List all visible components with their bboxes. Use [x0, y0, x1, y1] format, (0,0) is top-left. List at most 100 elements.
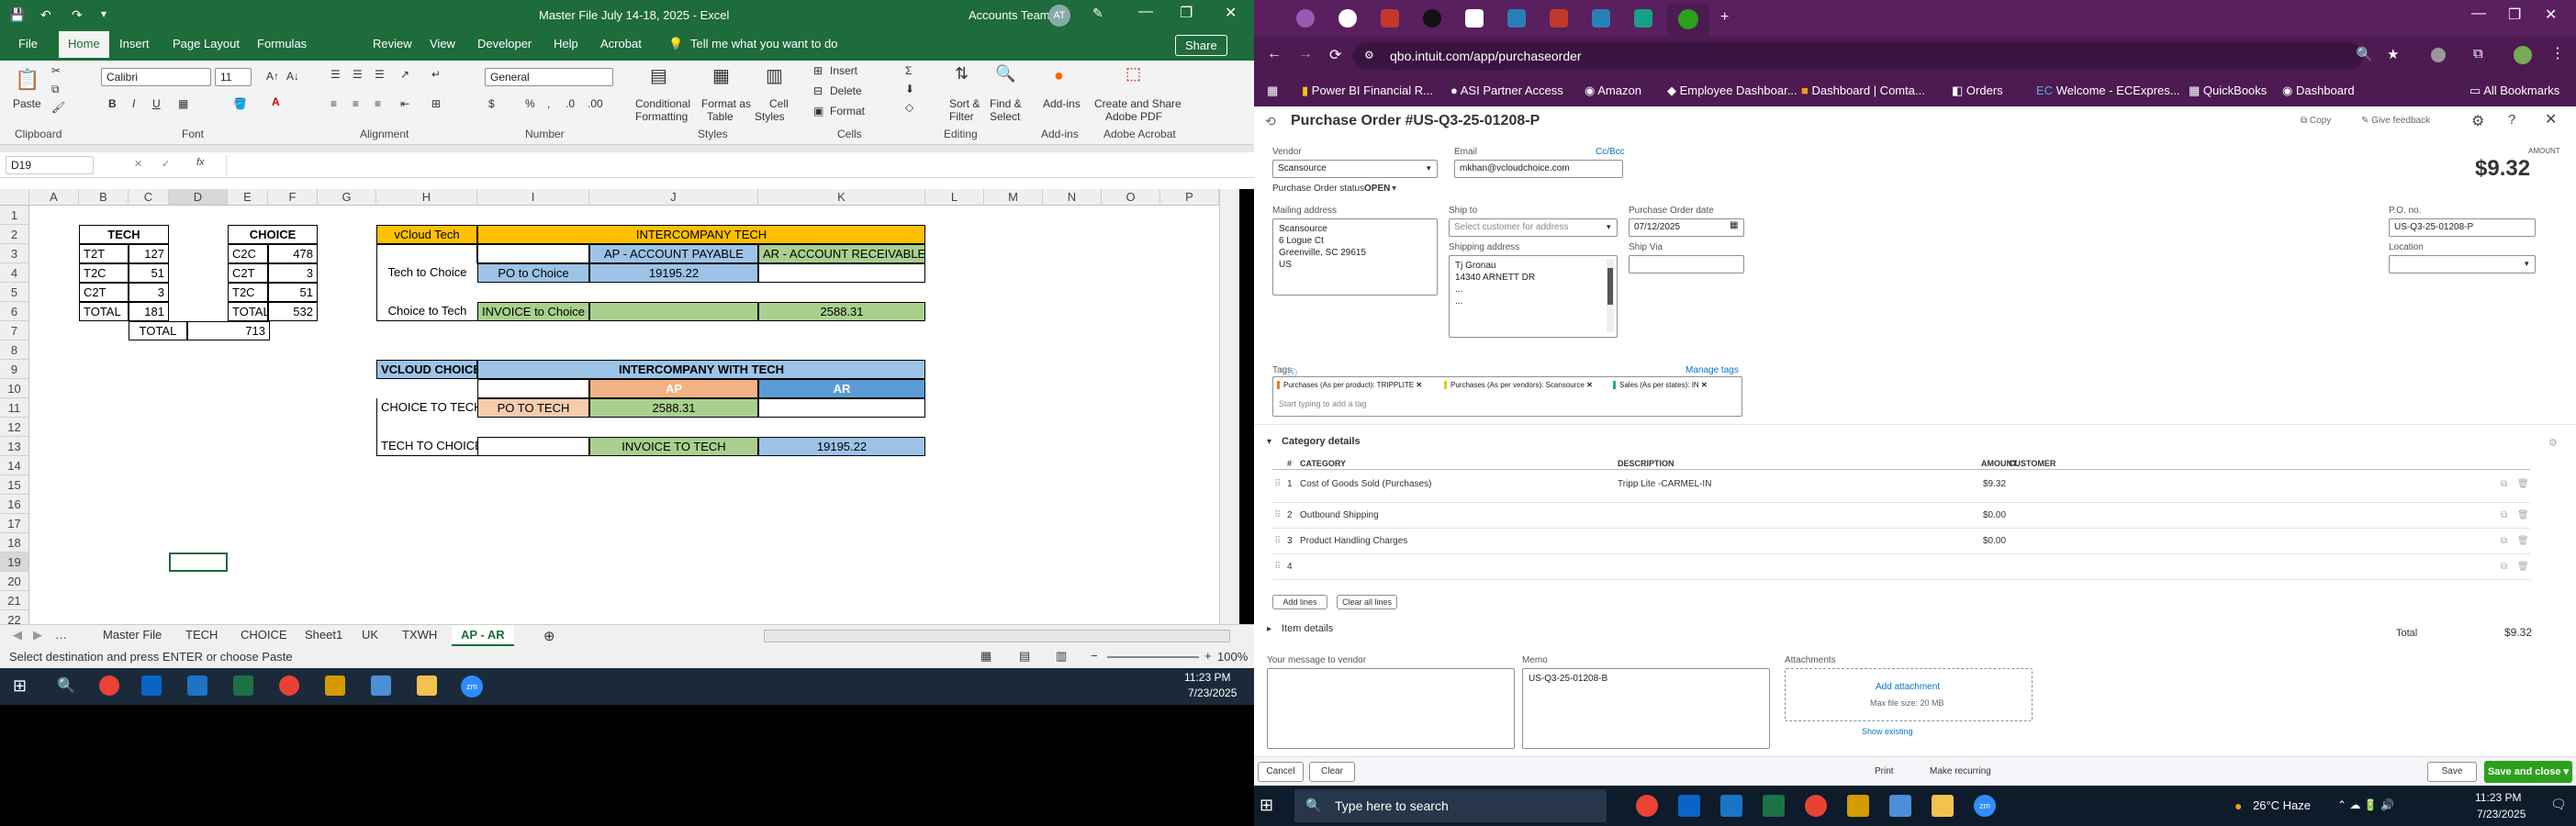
- row-header-5[interactable]: 5: [0, 283, 29, 302]
- chrome-icon[interactable]: [99, 675, 119, 696]
- cell-b3[interactable]: T2T: [79, 244, 129, 263]
- conditional-formatting-button[interactable]: Conditional: [635, 97, 690, 110]
- cell-f4[interactable]: 3: [268, 263, 318, 283]
- profile-avatar[interactable]: [2514, 46, 2532, 64]
- cell-b6[interactable]: TOTAL: [79, 302, 129, 321]
- add-attachment-link[interactable]: Add attachment: [1876, 682, 1940, 692]
- cut-icon[interactable]: ✂: [51, 64, 61, 77]
- cell-ap-payable[interactable]: AP - ACCOUNT PAYABLE: [589, 244, 758, 263]
- make-recurring-button[interactable]: Make recurring: [1930, 766, 1991, 776]
- paste-button[interactable]: Paste: [13, 97, 41, 110]
- excel-icon[interactable]: [1763, 795, 1785, 817]
- format-cells-icon[interactable]: ▣: [813, 105, 823, 117]
- cell-k11[interactable]: [758, 398, 925, 418]
- delete-row-icon[interactable]: 🗑: [2517, 562, 2529, 572]
- active-cell-d19[interactable]: [169, 553, 228, 572]
- cell-choice-to-tech[interactable]: Choice to Tech: [376, 302, 477, 321]
- table-row[interactable]: ⠿ 2 Outbound Shipping $0.00 ⧉ 🗑: [1272, 503, 2530, 529]
- weather-icon[interactable]: ●: [2234, 798, 2242, 813]
- browser-tab-active[interactable]: [1667, 4, 1709, 37]
- calculator-icon[interactable]: [1889, 795, 1911, 817]
- increase-decimal-icon[interactable]: .0: [566, 97, 575, 110]
- format-as-table-button[interactable]: Format as: [701, 97, 751, 110]
- site-info-icon[interactable]: ⚙: [1364, 49, 1374, 61]
- ship-to-dropdown-icon[interactable]: ▾: [1607, 222, 1611, 232]
- format-cells-button[interactable]: Format: [830, 105, 865, 117]
- col-header-b[interactable]: B: [79, 189, 129, 206]
- tab-home[interactable]: Home: [59, 31, 109, 61]
- row-header-4[interactable]: 4: [0, 263, 29, 283]
- bookmark-ecexpress[interactable]: EC Welcome - ECExpres...: [2036, 84, 2180, 97]
- save-button[interactable]: Save: [2427, 762, 2477, 782]
- delete-row-icon[interactable]: 🗑: [2517, 479, 2529, 489]
- drag-handle-icon[interactable]: ⠿: [1274, 562, 1281, 572]
- bookmark-star-icon[interactable]: ★: [2387, 46, 2399, 62]
- cell-tech-header[interactable]: TECH: [79, 225, 169, 244]
- browser-tab-5[interactable]: [1465, 9, 1484, 28]
- attachments-dropzone[interactable]: Add attachment Max file size: 20 MB: [1785, 668, 2033, 721]
- close-form-icon[interactable]: ✕: [2545, 110, 2557, 128]
- align-center-icon[interactable]: ≡: [353, 97, 359, 110]
- col-header-f[interactable]: F: [268, 189, 318, 206]
- col-header-c[interactable]: C: [129, 189, 169, 206]
- browser-restore-icon[interactable]: ❐: [2508, 6, 2521, 24]
- drag-handle-icon[interactable]: ⠿: [1274, 510, 1281, 520]
- browser-tab-4[interactable]: [1423, 9, 1441, 28]
- cell-k4[interactable]: [758, 263, 925, 283]
- browser-tab-3[interactable]: [1381, 9, 1399, 28]
- drag-handle-icon[interactable]: ⠿: [1274, 479, 1281, 489]
- settings-icon[interactable]: ⚙: [2471, 112, 2484, 130]
- tab-page-layout[interactable]: Page Layout: [173, 37, 240, 50]
- cell-i10[interactable]: [477, 379, 589, 398]
- bookmarks-apps-icon[interactable]: ▦: [1267, 84, 1278, 98]
- table-row[interactable]: ⠿ 1 Cost of Goods Sold (Purchases) Tripp…: [1272, 472, 2530, 503]
- ship-via-input[interactable]: [1629, 255, 1744, 273]
- cell-styles-icon[interactable]: ▥: [766, 64, 783, 87]
- tag-chip-2[interactable]: Purchases (As per vendors): Scansource ✕: [1444, 381, 1593, 389]
- font-name-select[interactable]: Calibri: [101, 68, 211, 86]
- col-header-j[interactable]: J: [589, 189, 758, 206]
- item-details-title[interactable]: Item details: [1282, 623, 1333, 634]
- sort-filter-button[interactable]: Sort &: [949, 97, 980, 110]
- name-box[interactable]: D19: [6, 156, 94, 174]
- indent-icon[interactable]: ⇤: [400, 97, 409, 110]
- cell-h5[interactable]: [376, 283, 477, 302]
- cell-choice-to-tech-2[interactable]: CHOICE TO TECH: [376, 398, 477, 418]
- tags-input[interactable]: Purchases (As per product): TRIPPLITE ✕ …: [1272, 376, 1742, 417]
- browser-tab-1[interactable]: [1296, 9, 1315, 28]
- fill-color-icon[interactable]: 🪣: [233, 97, 247, 110]
- page-layout-view-icon[interactable]: ▤: [1019, 649, 1030, 664]
- give-feedback-button[interactable]: ✎ Give feedback: [2361, 116, 2430, 126]
- add-sheet-icon[interactable]: ⊕: [543, 628, 555, 644]
- zoom-out-icon[interactable]: −: [1091, 649, 1098, 663]
- number-format-select[interactable]: General: [485, 68, 613, 86]
- undo-icon[interactable]: ↶: [40, 7, 51, 23]
- category-details-toggle[interactable]: ▾: [1267, 437, 1271, 447]
- borders-icon[interactable]: ▦: [178, 97, 188, 110]
- col-header-a[interactable]: A: [29, 189, 79, 206]
- weather-text[interactable]: 26°C Haze: [2253, 798, 2311, 812]
- row-header-21[interactable]: 21: [0, 591, 29, 610]
- message-to-vendor-input[interactable]: [1267, 668, 1515, 749]
- outlook-icon[interactable]: [1678, 795, 1700, 817]
- fx-icon[interactable]: fx: [196, 157, 205, 168]
- sheet-tab-choice[interactable]: CHOICE: [241, 628, 287, 642]
- browser-tab-6[interactable]: [1507, 9, 1526, 28]
- cell-invoice-tech-value[interactable]: 19195.22: [758, 437, 925, 456]
- cell-intercompany-tech[interactable]: INTERCOMPANY TECH: [477, 225, 925, 244]
- cancel-button[interactable]: Cancel: [1258, 762, 1304, 782]
- calendar-icon[interactable]: ▦: [1730, 220, 1738, 230]
- col-header-m[interactable]: M: [984, 189, 1043, 206]
- po-status-value[interactable]: OPEN: [1364, 184, 1390, 194]
- row-category[interactable]: Outbound Shipping: [1300, 510, 1379, 520]
- align-bottom-icon[interactable]: ☰: [375, 68, 385, 81]
- cell-c4[interactable]: 51: [129, 263, 169, 283]
- cell-intercompany-with-tech[interactable]: INTERCOMPANY WITH TECH: [477, 360, 925, 379]
- vendor-dropdown-icon[interactable]: ▾: [1427, 163, 1431, 173]
- tab-review[interactable]: Review: [373, 37, 412, 50]
- row-description[interactable]: Tripp Lite -CARMEL-IN: [1618, 479, 1711, 489]
- shipping-scroll-thumb[interactable]: [1607, 268, 1613, 305]
- delete-cells-button[interactable]: Delete: [830, 84, 862, 97]
- shipping-scrollbar[interactable]: [1607, 259, 1614, 332]
- bookmark-asi[interactable]: ● ASI Partner Access: [1450, 84, 1563, 97]
